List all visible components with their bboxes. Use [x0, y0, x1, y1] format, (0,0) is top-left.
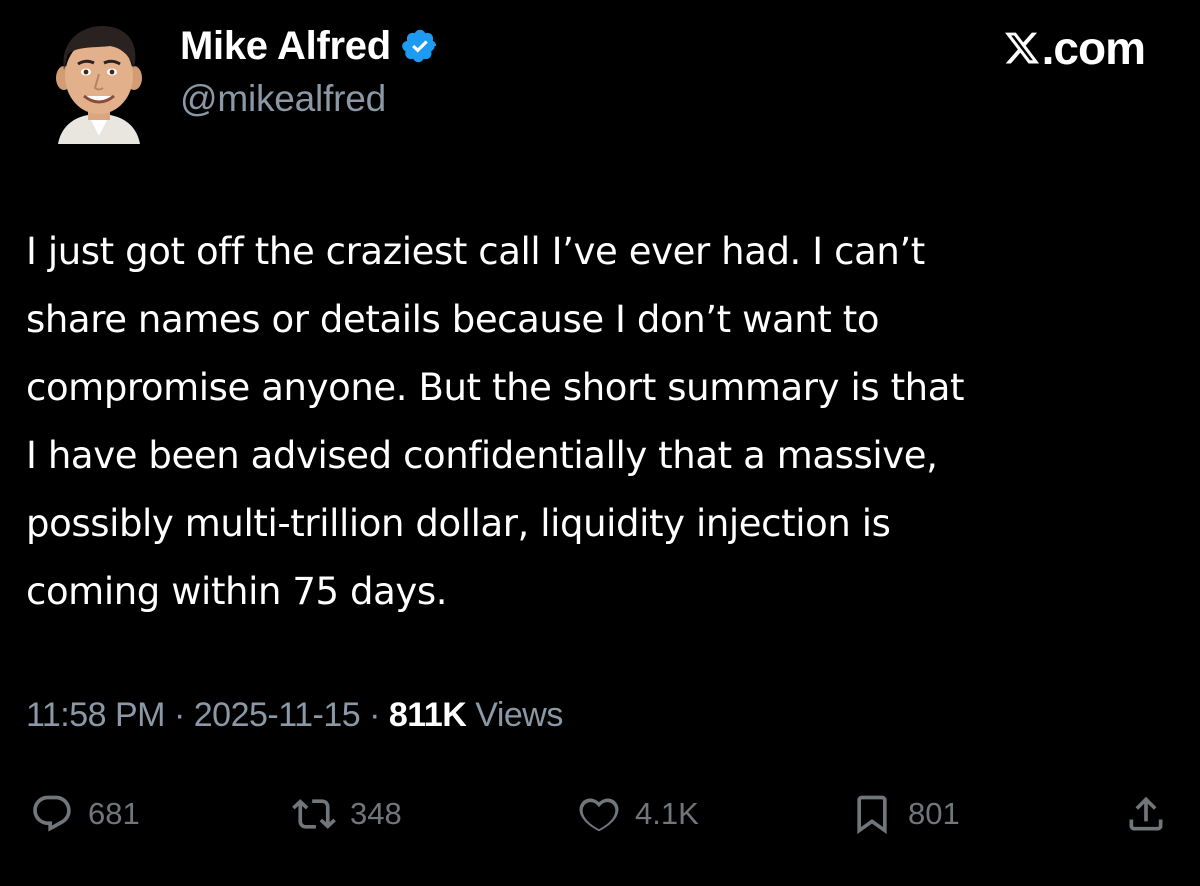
- timestamp-time[interactable]: 11:58 PM: [26, 696, 166, 734]
- heart-icon: [577, 792, 621, 836]
- timestamp-date[interactable]: 2025-11-15: [194, 696, 361, 734]
- like-count: 4.1K: [635, 796, 699, 831]
- handle[interactable]: @mikealfred: [180, 78, 439, 120]
- meta-separator: ·: [369, 696, 380, 734]
- share-button[interactable]: [1124, 786, 1168, 842]
- tweet-card: Mike Alfred @mikealfred .com I just got …: [0, 0, 1200, 886]
- tweet-text-line: I have been advised confidentially that …: [26, 434, 938, 477]
- repost-icon: [292, 792, 336, 836]
- reply-count: 681: [88, 796, 140, 831]
- repost-count: 348: [350, 796, 402, 831]
- repost-button[interactable]: 348: [292, 786, 402, 842]
- tweet-text-line: compromise anyone. But the short summary…: [26, 366, 965, 409]
- tweet-text-line: possibly multi-trillion dollar, liquidit…: [26, 502, 891, 545]
- tweet-text-line: coming within 75 days.: [26, 570, 448, 613]
- tweet-text-line: I just got off the craziest call I’ve ev…: [26, 230, 925, 273]
- views-label: Views: [475, 696, 563, 734]
- x-logo-icon: [1003, 29, 1041, 67]
- tweet-text-line: share names or details because I don’t w…: [26, 298, 880, 341]
- site-label: .com: [1041, 22, 1146, 74]
- views-count: 811K: [388, 696, 467, 734]
- reply-icon: [30, 792, 74, 836]
- verified-badge-icon: [401, 27, 439, 65]
- tweet-meta: 11:58 PM · 2025-11-15 · 811K Views: [26, 696, 563, 735]
- site-mark: .com: [1003, 22, 1146, 74]
- display-name[interactable]: Mike Alfred: [180, 24, 391, 69]
- author-block: Mike Alfred @mikealfred: [180, 22, 439, 120]
- tweet-text: I just got off the craziest call I’ve ev…: [26, 218, 1186, 626]
- share-icon: [1124, 792, 1168, 836]
- meta-separator: ·: [173, 696, 185, 734]
- bookmark-button[interactable]: 801: [850, 786, 960, 842]
- reply-button[interactable]: 681: [30, 786, 140, 842]
- action-bar: 681 348 4.1K 801: [0, 786, 1200, 846]
- bookmark-count: 801: [908, 796, 960, 831]
- like-button[interactable]: 4.1K: [577, 786, 699, 842]
- avatar[interactable]: [44, 18, 154, 144]
- bookmark-icon: [850, 792, 894, 836]
